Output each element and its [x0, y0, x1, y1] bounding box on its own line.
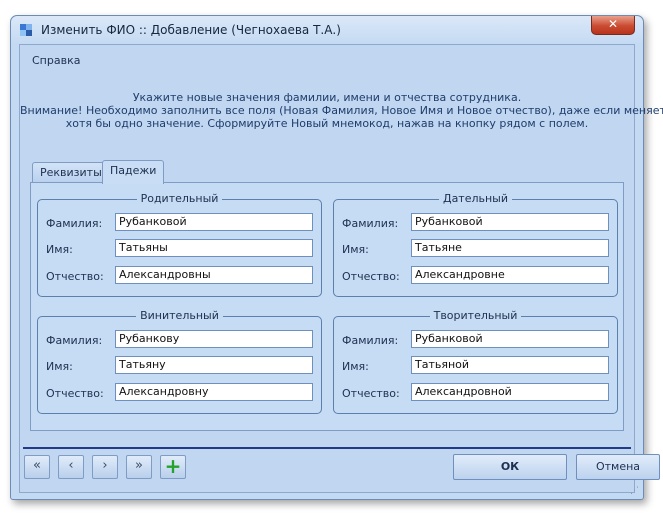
- dialog-window: Изменить ФИО :: Добавление (Чегнохаева Т…: [10, 15, 663, 500]
- info-line-2: Внимание! Необходимо заполнить все поля …: [20, 104, 663, 117]
- add-record-button[interactable]: +: [160, 455, 186, 479]
- surname-label: Фамилия:: [342, 334, 399, 347]
- group-title-accusative: Винительный: [136, 309, 223, 322]
- patronymic-label: Отчество:: [342, 387, 400, 400]
- divider: [23, 447, 631, 449]
- group-title-genitive: Родительный: [136, 192, 223, 205]
- accusative-name-field[interactable]: Татьяну: [115, 356, 313, 374]
- genitive-surname-field[interactable]: Рубанковой: [115, 213, 313, 231]
- dative-patronymic-field[interactable]: Александровне: [411, 266, 609, 284]
- first-record-button[interactable]: «: [24, 455, 50, 479]
- dialog-client-area: Справка Укажите новые значения фамилии, …: [19, 44, 663, 493]
- instrumental-surname-field[interactable]: Рубанковой: [411, 330, 609, 348]
- prev-record-button[interactable]: ‹: [58, 455, 84, 479]
- last-record-button[interactable]: »: [126, 455, 152, 479]
- patronymic-label: Отчество:: [46, 270, 104, 283]
- ok-button[interactable]: ОК: [453, 454, 567, 480]
- tab-cases[interactable]: Падежи: [102, 160, 165, 184]
- genitive-patronymic-field[interactable]: Александровны: [115, 266, 313, 284]
- dative-group: Дательный Фамилия: Рубанковой Имя: Татья…: [333, 192, 618, 297]
- instrumental-name-field[interactable]: Татьяной: [411, 356, 609, 374]
- genitive-group: Родительный Фамилия: Рубанковой Имя: Тат…: [37, 192, 322, 297]
- surname-label: Фамилия:: [46, 334, 103, 347]
- name-label: Имя:: [46, 243, 73, 256]
- accusative-group: Винительный Фамилия: Рубанкову Имя: Тать…: [37, 309, 322, 414]
- tab-details[interactable]: Реквизиты: [32, 162, 110, 183]
- title-bar[interactable]: Изменить ФИО :: Добавление (Чегнохаева Т…: [11, 16, 643, 44]
- name-label: Имя:: [342, 243, 369, 256]
- accusative-surname-field[interactable]: Рубанкову: [115, 330, 313, 348]
- plus-icon: +: [164, 454, 182, 478]
- window-title: Изменить ФИО :: Добавление (Чегнохаева Т…: [41, 23, 341, 37]
- app-icon: [20, 24, 32, 36]
- patronymic-label: Отчество:: [46, 387, 104, 400]
- cancel-button[interactable]: Отмена: [576, 454, 660, 480]
- chevron-left-icon: ‹: [68, 458, 74, 473]
- group-title-dative: Дательный: [438, 192, 513, 205]
- cases-panel: Родительный Фамилия: Рубанковой Имя: Тат…: [30, 182, 624, 431]
- close-icon: ✕: [607, 17, 619, 31]
- info-line-3: хотя бы одно значение. Сформируйте Новый…: [65, 117, 589, 130]
- group-title-instrumental: Творительный: [429, 309, 522, 322]
- resize-grip-icon[interactable]: ⋰: [630, 486, 640, 496]
- double-chevron-right-icon: »: [135, 458, 143, 473]
- instrumental-group: Творительный Фамилия: Рубанковой Имя: Та…: [333, 309, 618, 414]
- info-line-1: Укажите новые значения фамилии, имени и …: [132, 91, 522, 104]
- surname-label: Фамилия:: [342, 217, 399, 230]
- instrumental-patronymic-field[interactable]: Александровной: [411, 383, 609, 401]
- menu-help[interactable]: Справка: [32, 54, 80, 67]
- name-label: Имя:: [46, 360, 73, 373]
- next-record-button[interactable]: ›: [92, 455, 118, 479]
- accusative-patronymic-field[interactable]: Александровну: [115, 383, 313, 401]
- chevron-right-icon: ›: [102, 458, 108, 473]
- patronymic-label: Отчество:: [342, 270, 400, 283]
- close-button[interactable]: ✕: [591, 16, 635, 35]
- name-label: Имя:: [342, 360, 369, 373]
- dative-name-field[interactable]: Татьяне: [411, 239, 609, 257]
- double-chevron-left-icon: «: [33, 458, 41, 473]
- genitive-name-field[interactable]: Татьяны: [115, 239, 313, 257]
- dative-surname-field[interactable]: Рубанковой: [411, 213, 609, 231]
- surname-label: Фамилия:: [46, 217, 103, 230]
